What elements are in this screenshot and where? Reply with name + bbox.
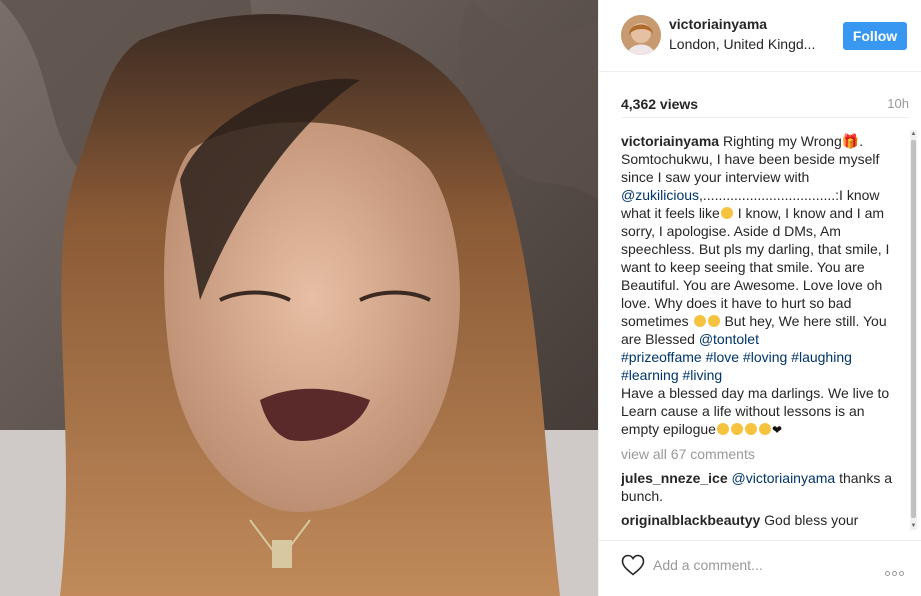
post-username[interactable]: victoriainyama <box>669 16 767 32</box>
caption-hashtags[interactable]: #prizeoffame #love #loving #laughing #le… <box>621 349 852 383</box>
view-all-comments-link[interactable]: view all 67 comments <box>621 445 897 463</box>
caption-text-4: I know, I know and I am sorry, I apologi… <box>621 205 890 329</box>
kiss-emoji-icon-4 <box>758 423 771 435</box>
laughing-emoji-icon <box>707 315 720 327</box>
comments-scrollbar[interactable]: ▲ ▼ <box>910 130 917 530</box>
sad-emoji-icon <box>720 207 733 219</box>
post-time[interactable]: 10h <box>887 96 909 111</box>
post-header: victoriainyama London, United Kingd... F… <box>599 0 921 72</box>
scroll-thumb[interactable] <box>911 140 916 518</box>
kiss-emoji-icon-2 <box>730 423 743 435</box>
kiss-emoji-icon-3 <box>744 423 757 435</box>
post-video[interactable] <box>0 0 598 596</box>
caption-mention-tontolet[interactable]: @tontolet <box>699 331 759 347</box>
comment-item: originalblackbeautyy God bless your <box>621 511 897 528</box>
post-actions-footer <box>599 540 921 596</box>
caption: victoriainyama Righting my Wrong🎁. Somto… <box>621 132 897 439</box>
caption-mention[interactable]: @zukilicious <box>621 187 699 203</box>
comments-list: victoriainyama Righting my Wrong🎁. Somto… <box>621 132 897 528</box>
comment-mention[interactable]: @victoriainyama <box>732 470 836 486</box>
kiss-emoji-icon-1 <box>716 423 729 435</box>
avatar-image <box>621 15 661 55</box>
caption-username[interactable]: victoriainyama <box>621 133 719 149</box>
post-details-panel: victoriainyama London, United Kingd... F… <box>598 0 921 596</box>
scroll-up-arrow-icon[interactable]: ▲ <box>910 130 917 138</box>
gift-emoji-icon: 🎁 <box>841 133 860 149</box>
comment-item: jules_nneze_ice @victoriainyama thanks a… <box>621 469 897 505</box>
caption-text-1: Righting my Wrong <box>719 133 842 149</box>
more-options-icon[interactable] <box>885 563 909 576</box>
add-comment-input[interactable] <box>653 551 873 579</box>
avatar[interactable] <box>621 15 661 55</box>
post-location[interactable]: London, United Kingd... <box>669 36 815 52</box>
tired-emoji-icon <box>693 315 706 327</box>
comment-username[interactable]: jules_nneze_ice <box>621 470 728 486</box>
views-row: 4,362 views 10h <box>621 88 909 118</box>
view-count: 4,362 views <box>621 96 699 112</box>
scroll-down-arrow-icon[interactable]: ▼ <box>910 522 917 530</box>
comment-username[interactable]: originalblackbeautyy <box>621 512 760 528</box>
comment-text: God bless your <box>760 512 859 528</box>
follow-button[interactable]: Follow <box>843 22 907 50</box>
black-heart-icon: ❤ <box>771 423 783 437</box>
heart-outline-icon[interactable] <box>621 554 645 576</box>
video-frame-image <box>0 0 598 596</box>
